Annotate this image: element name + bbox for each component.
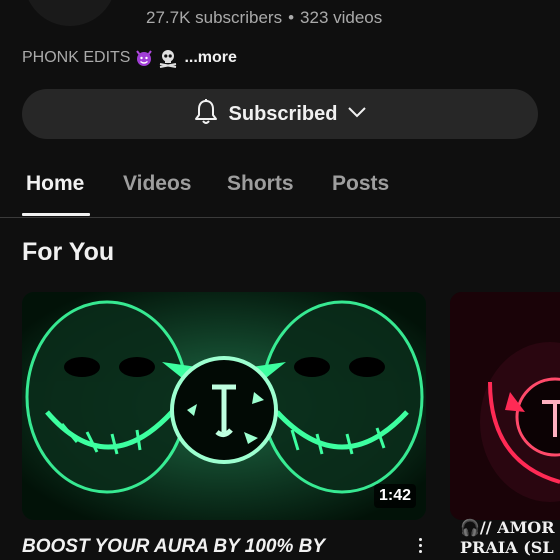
channel-page: 27.7K subscribers • 323 videos PHONK EDITS… (0, 0, 560, 560)
channel-tabs: Home Videos Shorts Posts (0, 158, 560, 218)
video-title-2[interactable]: 🎧// AMOR PRAIA (SL (460, 518, 560, 558)
subscriber-count: 27.7K subscribers (146, 8, 283, 27)
thumbnail-artwork (22, 292, 426, 520)
tab-shorts[interactable]: Shorts (227, 172, 294, 196)
video-thumbnail[interactable]: 1:42 (22, 292, 426, 520)
tab-home[interactable]: Home (26, 172, 84, 196)
subscribed-label: Subscribed (228, 102, 338, 125)
channel-stats: 27.7K subscribers • 323 videos (146, 8, 382, 28)
tab-videos[interactable]: Videos (123, 172, 191, 196)
chevron-down-icon (347, 105, 367, 123)
subscribed-button[interactable]: Subscribed (22, 89, 538, 139)
active-tab-indicator (22, 213, 90, 216)
thumbnail-artwork-2 (450, 292, 560, 520)
more-options-icon[interactable] (410, 534, 430, 556)
tab-posts[interactable]: Posts (332, 172, 389, 196)
more-link[interactable]: ...more (184, 49, 236, 67)
video-count: 323 videos (300, 8, 383, 27)
skull-crossbones-icon (158, 48, 178, 68)
description-text: PHONK EDITS (22, 49, 131, 66)
channel-avatar[interactable] (24, 0, 116, 26)
channel-description[interactable]: PHONK EDITS ...more (22, 48, 237, 68)
bell-icon (193, 98, 219, 131)
video-title[interactable]: BOOST YOUR AURA BY 100% BY (22, 536, 325, 558)
stats-separator: • (288, 8, 295, 27)
section-title: For You (22, 238, 115, 266)
video-thumbnail-2[interactable] (450, 292, 560, 520)
video-duration: 1:42 (373, 484, 416, 508)
devil-emoji-icon (134, 48, 154, 68)
channel-logo-icon (24, 0, 116, 26)
